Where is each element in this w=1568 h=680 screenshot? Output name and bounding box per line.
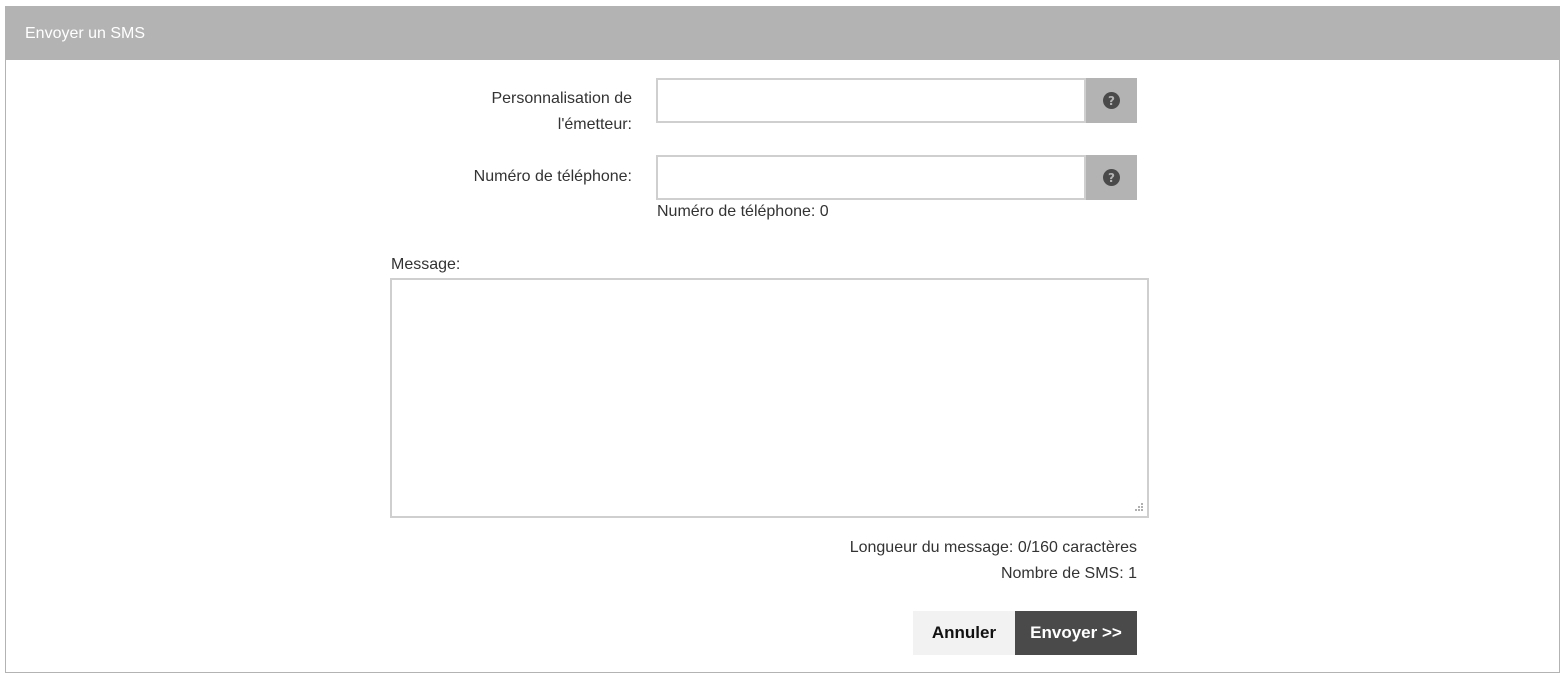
resize-grip-icon[interactable]: [1132, 502, 1144, 514]
message-textarea[interactable]: [390, 278, 1149, 518]
sender-field-group: ?: [656, 78, 1137, 123]
question-circle-icon: ?: [1103, 169, 1120, 186]
phone-input[interactable]: [656, 155, 1086, 200]
message-length-text: Longueur du message: 0/160 caractères: [849, 539, 1137, 556]
message-label: Message:: [391, 256, 461, 273]
phone-label: Numéro de téléphone:: [473, 168, 632, 185]
sender-label: Personnalisation de l'émetteur:: [430, 86, 632, 138]
panel-title: Envoyer un SMS: [6, 7, 1559, 60]
cancel-button[interactable]: Annuler: [913, 611, 1015, 655]
send-button[interactable]: Envoyer >>: [1015, 611, 1137, 655]
sender-label-line2: l'émetteur:: [557, 116, 632, 133]
phone-field-group: ?: [656, 155, 1137, 200]
sender-label-line1: Personnalisation de: [491, 90, 632, 107]
question-circle-icon: ?: [1103, 92, 1120, 109]
sms-count-text: Nombre de SMS: 1: [1000, 565, 1137, 582]
phone-help-button[interactable]: ?: [1086, 155, 1137, 200]
phone-count-text: Numéro de téléphone: 0: [657, 203, 829, 220]
sender-input[interactable]: [656, 78, 1086, 123]
sender-help-button[interactable]: ?: [1086, 78, 1137, 123]
